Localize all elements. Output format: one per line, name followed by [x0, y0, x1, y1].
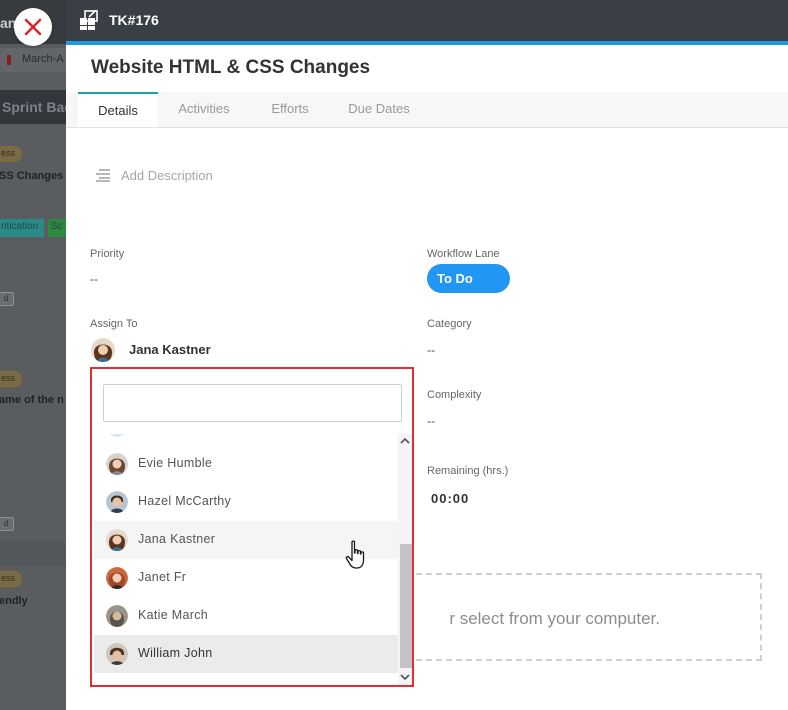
assignee-option-name: Evie Humble	[138, 456, 213, 470]
remaining-hours-value[interactable]: 00:00	[431, 491, 469, 506]
scrollbar-thumb[interactable]	[400, 544, 412, 668]
close-button[interactable]	[14, 8, 52, 46]
complexity-value[interactable]: --	[427, 414, 435, 428]
file-dropzone[interactable]: r select from your computer.	[386, 573, 762, 661]
avatar	[106, 567, 128, 589]
priority-value[interactable]: --	[90, 272, 98, 286]
description-lines-icon	[96, 169, 110, 182]
assign-to-label: Assign To	[90, 318, 138, 330]
assignee-option-name: Hazel McCarthy	[138, 494, 232, 508]
sprint-row: March-A	[0, 48, 66, 72]
tab-efforts[interactable]: Efforts	[256, 92, 324, 126]
chevron-up-icon[interactable]	[400, 436, 410, 446]
card-status-pill: ess	[0, 146, 22, 162]
avatar	[106, 529, 128, 551]
assignee-option-name: William John	[138, 646, 213, 660]
tab-activities[interactable]: Activities	[164, 92, 244, 126]
card-tag: ntication	[0, 219, 44, 237]
add-description-link[interactable]: Add Description	[121, 168, 213, 183]
category-value[interactable]: --	[427, 343, 435, 357]
card-title: endly	[0, 595, 28, 607]
complexity-label: Complexity	[427, 389, 482, 401]
backlog-title: Sprint Back	[2, 99, 66, 115]
header-accent-bar	[66, 41, 788, 45]
card-box: d	[0, 292, 14, 306]
list-item[interactable]: Evie Humble	[94, 445, 398, 483]
sprint-name: March-A	[22, 53, 64, 65]
workflow-lane-label: Workflow Lane	[427, 248, 500, 260]
assignee-option-name: Janet Fr	[138, 570, 187, 584]
close-icon	[24, 18, 42, 36]
task-icon	[80, 10, 98, 30]
workflow-lane-value: To Do	[437, 271, 473, 286]
sprint-backlog-column: Sprint Back	[0, 90, 66, 124]
page-title[interactable]: Website HTML & CSS Changes	[91, 57, 370, 79]
background-board: an March-A Sprint Back ess SS Changes nt…	[0, 0, 66, 710]
panel-header: TK#176	[66, 0, 788, 45]
assignee-option-name: Jana Kastner	[138, 532, 216, 546]
avatar	[106, 453, 128, 475]
tab-due-dates[interactable]: Due Dates	[336, 92, 422, 126]
assignee-dropdown: Evie Humble Hazel McCarthy Jana Kastner	[90, 367, 414, 687]
dropzone-text: r select from your computer.	[449, 609, 660, 628]
list-item[interactable]: Katie March	[94, 597, 398, 635]
tab-bar: Details Activities Efforts Due Dates	[66, 92, 788, 128]
card-tag: Sc	[48, 219, 66, 237]
hand-pointer-icon	[345, 540, 365, 569]
chevron-down-icon[interactable]	[400, 672, 410, 682]
tab-details[interactable]: Details	[78, 92, 158, 127]
card-status-pill: ess	[0, 371, 22, 387]
dropdown-scrollbar[interactable]	[398, 434, 412, 685]
avatar	[109, 434, 125, 437]
card-divider	[0, 540, 66, 566]
assignee-search-input[interactable]	[103, 384, 402, 422]
list-item[interactable]	[94, 434, 398, 445]
list-item[interactable]: Hazel McCarthy	[94, 483, 398, 521]
workflow-lane-button[interactable]: To Do	[427, 264, 510, 293]
sprint-flag-icon	[7, 55, 11, 65]
avatar	[106, 605, 128, 627]
avatar	[106, 643, 128, 665]
priority-label: Priority	[90, 248, 125, 260]
avatar	[91, 338, 115, 362]
card-title: SS Changes	[0, 170, 64, 182]
assignee-name[interactable]: Jana Kastner	[129, 342, 211, 357]
category-label: Category	[427, 318, 472, 330]
assignee-option-name: Katie March	[138, 608, 208, 622]
remaining-hours-label: Remaining (hrs.)	[427, 465, 509, 477]
card-status-pill: ess	[0, 571, 22, 587]
list-item[interactable]: William John	[94, 635, 398, 673]
card-box: d	[0, 517, 14, 531]
task-id: TK#176	[109, 12, 159, 28]
avatar	[106, 491, 128, 513]
card-title: ame of the n	[0, 394, 64, 406]
